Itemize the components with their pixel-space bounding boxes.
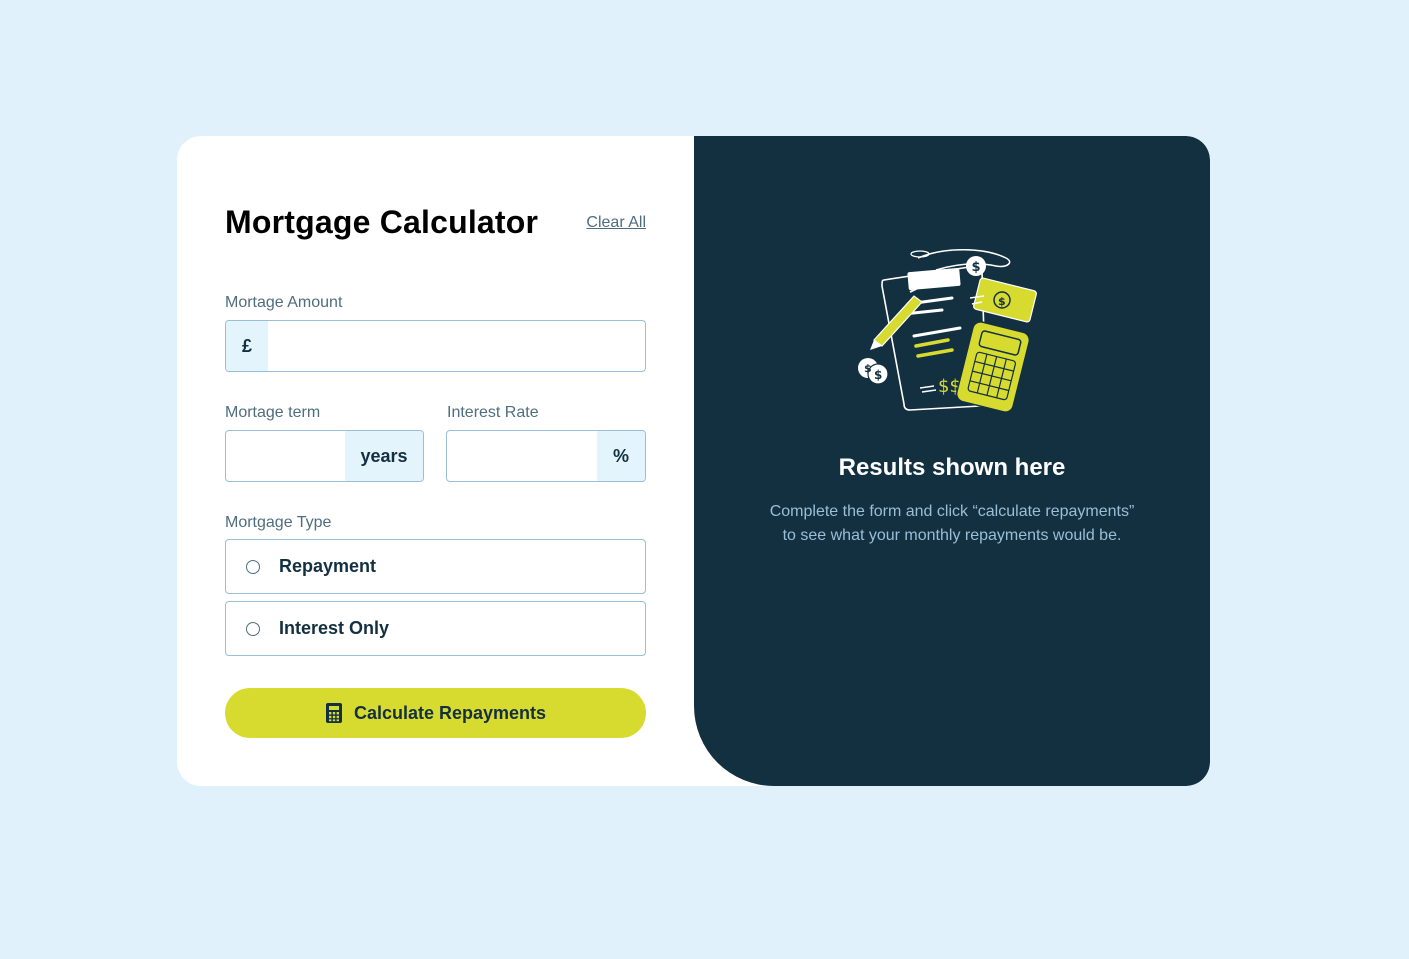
results-description: Complete the form and click “calculate r… <box>769 503 1135 544</box>
percent-suffix: % <box>597 431 645 481</box>
calculator-icon <box>325 703 342 723</box>
empty-results-illustration: $$$ $ $ $ $ <box>858 249 1037 413</box>
interest-rate-label: Interest Rate <box>447 404 539 421</box>
svg-text:$: $ <box>864 362 872 375</box>
calculate-repayments-button[interactable]: Calculate Repayments <box>225 688 646 738</box>
mortgage-type-label: Mortgage Type <box>225 514 332 531</box>
page-title: Mortgage Calculator <box>225 204 539 240</box>
calculate-repayments-label: Calculate Repayments <box>353 702 547 723</box>
years-suffix: years <box>345 431 423 481</box>
results-panel: $$$ $ $ $ $ Results shown here Complete … <box>694 136 1210 786</box>
currency-prefix: £ <box>226 321 268 371</box>
radio-label-interest-only: Interest Only <box>279 618 390 638</box>
svg-text:$: $ <box>998 295 1006 308</box>
form-header: Mortgage Calculator Clear All <box>225 204 646 241</box>
radio-button-repayment[interactable] <box>246 559 260 574</box>
results-title: Results shown here <box>838 454 1066 481</box>
mortgage-term-field: years <box>225 430 424 482</box>
mortgage-term-input[interactable] <box>226 431 345 481</box>
clear-all-link[interactable]: Clear All <box>586 214 646 232</box>
mortgage-calculator-card: Mortgage Calculator Clear All Mortage Am… <box>177 136 1210 786</box>
radio-option-interest-only[interactable]: Interest Only <box>225 601 646 656</box>
radio-button-interest-only[interactable] <box>246 621 260 636</box>
mortgage-amount-label: Mortage Amount <box>225 294 343 311</box>
radio-option-repayment[interactable]: Repayment <box>225 539 646 594</box>
mortgage-amount-input[interactable] <box>268 321 645 371</box>
svg-text:$: $ <box>874 368 882 382</box>
svg-text:$: $ <box>972 260 981 275</box>
interest-rate-field: % <box>446 430 646 482</box>
form-panel: Mortgage Calculator Clear All Mortage Am… <box>177 136 694 786</box>
mortgage-amount-field: £ <box>225 320 646 372</box>
mortgage-term-label: Mortage term <box>225 404 321 421</box>
radio-label-repayment: Repayment <box>279 556 377 576</box>
interest-rate-input[interactable] <box>447 431 597 481</box>
